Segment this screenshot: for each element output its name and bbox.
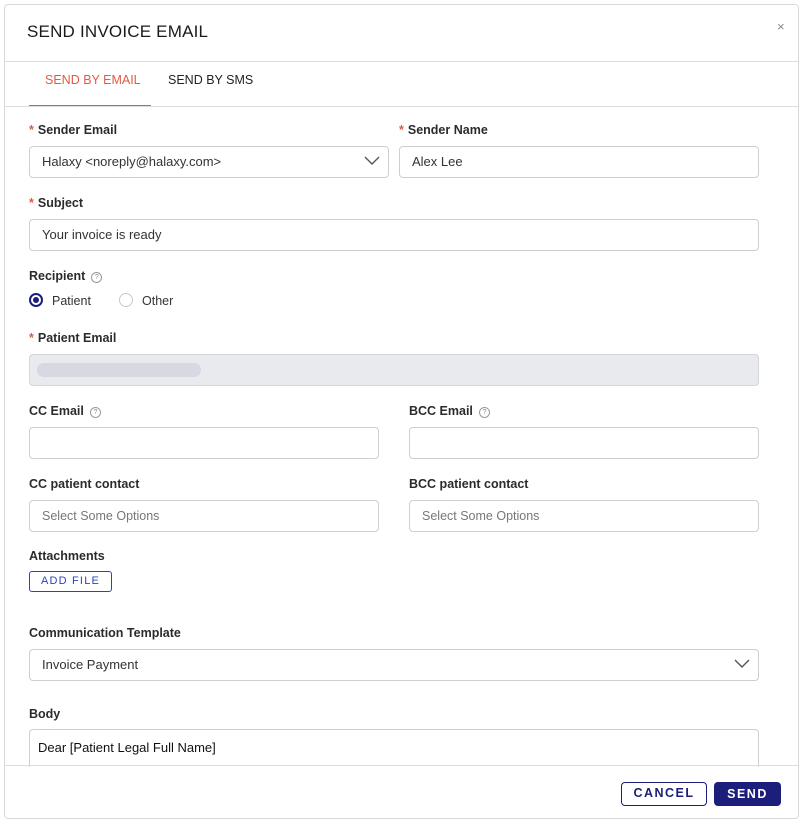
cc-email-label: CC Email? bbox=[29, 404, 101, 418]
subject-input[interactable]: Your invoice is ready bbox=[29, 219, 759, 251]
bcc-email-label: BCC Email? bbox=[409, 404, 490, 418]
body-editor[interactable]: Dear [Patient Legal Full Name] bbox=[29, 729, 759, 767]
help-circle-icon[interactable]: ? bbox=[91, 272, 103, 283]
sender-email-select[interactable]: Halaxy <noreply@halaxy.com> bbox=[29, 146, 389, 178]
bcc-patient-contact-select[interactable]: Select Some Options bbox=[409, 500, 759, 532]
sender-name-value: Alex Lee bbox=[412, 154, 463, 169]
bcc-patient-contact-label: BCC patient contact bbox=[409, 477, 529, 491]
body-text: Dear [Patient Legal Full Name] bbox=[38, 740, 216, 755]
sender-email-value: Halaxy <noreply@halaxy.com> bbox=[42, 154, 222, 169]
send-invoice-email-modal: SEND INVOICE EMAIL × SEND BY EMAIL SEND … bbox=[4, 4, 799, 819]
cc-patient-contact-select[interactable]: Select Some Options bbox=[29, 500, 379, 532]
recipient-label: Recipient? bbox=[29, 269, 103, 283]
subject-value: Your invoice is ready bbox=[42, 227, 162, 242]
communication-template-label: Communication Template bbox=[29, 626, 181, 640]
cc-email-input[interactable] bbox=[29, 427, 379, 459]
recipient-patient-radio[interactable] bbox=[29, 293, 43, 307]
communication-template-value: Invoice Payment bbox=[42, 657, 139, 672]
help-circle-icon[interactable]: ? bbox=[89, 407, 101, 418]
communication-template-select[interactable]: Invoice Payment bbox=[29, 649, 759, 681]
tab-send-by-email[interactable]: SEND BY EMAIL bbox=[45, 73, 141, 87]
chevron-down-icon bbox=[734, 659, 750, 668]
patient-email-label: * Patient Email bbox=[29, 331, 117, 345]
close-icon[interactable]: × bbox=[777, 19, 785, 34]
sender-email-label: * Sender Email bbox=[29, 123, 118, 137]
attachments-label: Attachments bbox=[29, 549, 105, 563]
add-file-button[interactable]: ADD FILE bbox=[29, 571, 112, 592]
sender-name-input[interactable]: Alex Lee bbox=[399, 146, 759, 178]
sender-name-label: * Sender Name bbox=[399, 123, 488, 137]
cc-patient-contact-label: CC patient contact bbox=[29, 477, 140, 491]
tab-send-by-sms[interactable]: SEND BY SMS bbox=[168, 73, 253, 87]
header-divider bbox=[5, 61, 798, 62]
modal-title: SEND INVOICE EMAIL bbox=[27, 22, 209, 41]
tabs-divider bbox=[5, 106, 798, 107]
footer-divider bbox=[5, 765, 798, 766]
redacted-email-placeholder bbox=[37, 363, 201, 377]
send-button[interactable]: SEND bbox=[714, 782, 781, 806]
recipient-other-radio[interactable] bbox=[119, 293, 133, 307]
body-label: Body bbox=[29, 707, 61, 721]
cancel-button[interactable]: CANCEL bbox=[621, 782, 707, 806]
recipient-patient-label[interactable]: Patient bbox=[52, 294, 91, 308]
recipient-other-label[interactable]: Other bbox=[142, 294, 173, 308]
chevron-down-icon bbox=[364, 156, 380, 165]
patient-email-input bbox=[29, 354, 759, 386]
help-circle-icon[interactable]: ? bbox=[478, 407, 490, 418]
bcc-email-input[interactable] bbox=[409, 427, 759, 459]
subject-label: * Subject bbox=[29, 196, 84, 210]
